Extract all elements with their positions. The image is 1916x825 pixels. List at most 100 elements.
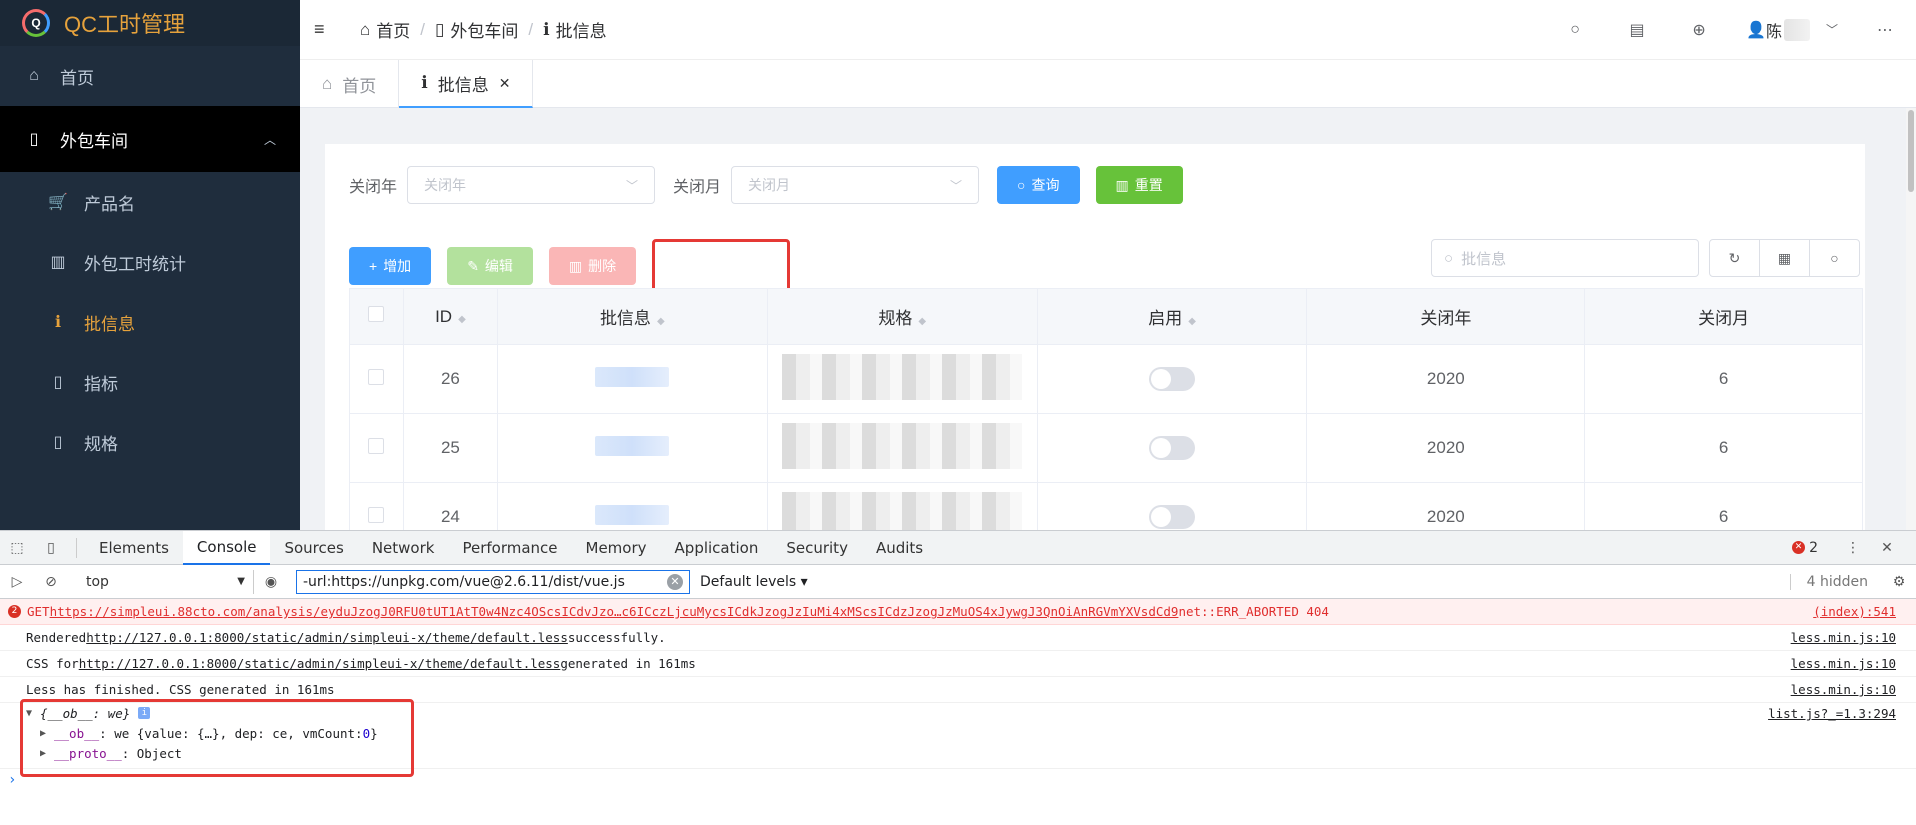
log-link[interactable]: https://simpleui.88cto.com/analysis/eydu… (50, 604, 1179, 619)
log-source-link[interactable]: less.min.js:10 (1791, 682, 1896, 697)
sidebar-item-home[interactable]: ⌂ 首页 (0, 46, 300, 106)
select-all-checkbox[interactable] (368, 306, 385, 322)
log-levels-select[interactable]: Default levels ▾ (700, 574, 808, 590)
devtools-tab-network[interactable]: Network (358, 531, 449, 565)
log-link[interactable]: http://127.0.0.1:8000/static/admin/simpl… (79, 656, 561, 671)
batch-info-redacted[interactable] (595, 504, 670, 525)
info-icon: ℹ (543, 19, 550, 39)
error-count-badge[interactable]: ✕ 2 (1792, 540, 1818, 556)
eye-icon[interactable]: ◉ (254, 574, 288, 590)
info-icon: ℹ (421, 73, 428, 92)
zoom-in-icon[interactable]: ⊕ (1668, 20, 1730, 40)
cell-close-month: 6 (1584, 482, 1863, 530)
filter-month-label: 关闭月 (673, 179, 722, 196)
console-filter-input[interactable]: -url:https://unpkg.com/vue@2.6.11/dist/v… (296, 569, 690, 594)
refresh-icon[interactable]: ↻ (1709, 239, 1760, 277)
sidebar-submenu: 🛒 产品名 ▥ 外包工时统计 ℹ 批信息 ▯ 指标 ▯ 规格 (0, 172, 300, 472)
sidebar: Q QC工时管理 ⌂ 首页 ▯ 外包车间 ︿ 🛒 产品名 ▥ 外包工时统计 ℹ … (0, 0, 300, 530)
sidebar-item-spec[interactable]: ▯ 规格 (0, 412, 300, 472)
clear-icon[interactable]: ✕ (667, 573, 683, 590)
sidebar-item-product[interactable]: 🛒 产品名 (0, 172, 300, 232)
reset-button[interactable]: ▥ 重置 (1095, 166, 1183, 204)
table-row[interactable]: 25 2020 6 (349, 413, 1863, 483)
table-row[interactable]: 26 2020 6 (349, 344, 1863, 414)
add-button[interactable]: + 增加 (349, 247, 432, 285)
devtools-tab-security[interactable]: Security (772, 531, 862, 565)
row-checkbox[interactable] (368, 506, 385, 523)
edit-button[interactable]: ✎ 编辑 (447, 247, 533, 285)
search-icon: ○ (1017, 177, 1026, 193)
gear-icon[interactable]: ⚙ (1882, 574, 1916, 590)
sidebar-item-indicator[interactable]: ▯ 指标 (0, 352, 300, 412)
user-icon: 👤 (1746, 21, 1766, 39)
filter-year-select[interactable]: 关闭年 ﹀ (407, 166, 656, 204)
enabled-toggle[interactable] (1149, 367, 1196, 391)
document-icon[interactable]: ▤ (1606, 20, 1668, 40)
devtools-tab-elements[interactable]: Elements (85, 531, 183, 565)
tab-home[interactable]: ⌂ 首页 (300, 60, 400, 108)
enabled-toggle[interactable] (1149, 505, 1196, 529)
file-icon: ▯ (29, 131, 39, 148)
log-source-link[interactable]: less.min.js:10 (1791, 656, 1896, 671)
log-source-link[interactable]: (index):541 (1813, 604, 1896, 619)
trash-icon: ▥ (1115, 176, 1129, 193)
devtools-tab-application[interactable]: Application (661, 531, 773, 565)
table-row[interactable]: 24 2020 6 (349, 482, 1863, 530)
row-checkbox[interactable] (368, 368, 385, 385)
row-checkbox[interactable] (368, 437, 385, 454)
grid-icon[interactable]: ▦ (1759, 239, 1810, 277)
cell-close-month: 6 (1584, 344, 1863, 414)
column-header[interactable]: 批信息 ◆ (496, 288, 768, 345)
column-header[interactable]: ID ◆ (402, 288, 498, 345)
breadcrumb-item[interactable]: 外包车间 (450, 17, 518, 42)
enabled-toggle[interactable] (1149, 436, 1196, 460)
search-icon: ○ (1444, 249, 1454, 267)
hidden-count: 4 hidden (1789, 573, 1868, 590)
console-object-entry: ▼ {__ob__: we} i ▶ __ob__ : we {value: {… (0, 699, 1916, 777)
cart-icon: 🛒 (48, 194, 68, 211)
search-icon[interactable]: ○ (1544, 21, 1606, 39)
sidebar-toggle-icon[interactable]: ▷ (0, 574, 34, 590)
batch-info-redacted[interactable] (595, 366, 670, 387)
cell-id: 25 (402, 413, 498, 483)
log-link[interactable]: http://127.0.0.1:8000/static/admin/simpl… (86, 630, 568, 645)
sidebar-group-outsourcing[interactable]: ▯ 外包车间 ︿ (0, 106, 300, 172)
batch-info-redacted[interactable] (595, 435, 670, 456)
error-icon: 2 (8, 605, 21, 618)
log-source-link[interactable]: less.min.js:10 (1791, 630, 1896, 645)
sidebar-item-batch-info[interactable]: ℹ 批信息 (0, 292, 300, 352)
menu-toggle-icon[interactable]: ≡ (314, 19, 336, 40)
devtools-tab-console[interactable]: Console (182, 530, 271, 565)
close-icon[interactable]: ✕ (1870, 540, 1904, 556)
column-header[interactable]: 启用 ◆ (1036, 288, 1308, 345)
spec-redacted (782, 491, 1023, 530)
search-icon[interactable]: ○ (1809, 239, 1860, 277)
devtools-tab-memory[interactable]: Memory (572, 531, 661, 565)
query-button[interactable]: ○ 查询 (997, 166, 1080, 204)
kebab-menu-icon[interactable]: ⋮ (1836, 540, 1870, 556)
filter-month-select[interactable]: 关闭月 ﹀ (731, 166, 980, 204)
highlight-box (652, 239, 791, 293)
column-header[interactable]: 规格 ◆ (766, 288, 1038, 345)
clear-console-icon[interactable]: ⊘ (34, 574, 68, 590)
chevron-down-icon: ▼ (237, 576, 245, 587)
more-icon[interactable]: ⋯ (1854, 20, 1916, 40)
delete-button[interactable]: ▥ 删除 (548, 247, 637, 285)
devtools-tab-audits[interactable]: Audits (862, 531, 937, 565)
page-scrollbar[interactable] (1906, 108, 1916, 530)
inspect-icon[interactable]: ⬚ (0, 540, 34, 556)
log-source-link[interactable]: list.js?_=1.3:294 (1768, 706, 1896, 721)
devtools-tab-sources[interactable]: Sources (270, 531, 357, 565)
context-select[interactable]: top ▼ (78, 569, 254, 594)
sidebar-item-hours-stats[interactable]: ▥ 外包工时统计 (0, 232, 300, 292)
user-name-redacted (1783, 18, 1810, 41)
user-menu[interactable]: 👤 陈 ﹀ (1730, 18, 1854, 42)
search-input[interactable]: ○ 批信息 (1431, 239, 1699, 277)
breadcrumb-item: 批信息 (555, 22, 607, 41)
breadcrumb-item[interactable]: 首页 (376, 17, 410, 42)
device-toggle-icon[interactable]: ▯ (34, 540, 68, 556)
close-icon[interactable]: ✕ (499, 75, 511, 92)
edit-icon: ✎ (467, 257, 479, 274)
devtools-tab-performance[interactable]: Performance (448, 531, 571, 565)
tab-batch-info[interactable]: ℹ 批信息 ✕ (399, 60, 534, 108)
